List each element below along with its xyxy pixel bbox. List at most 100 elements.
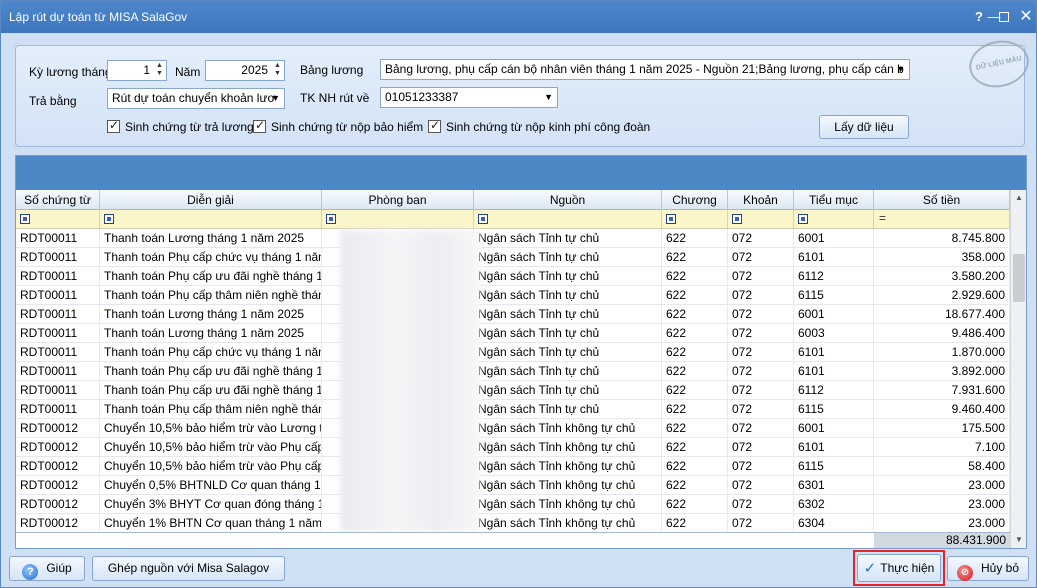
tieu-muc-cell: 6115: [794, 286, 874, 305]
khoan-cell: 072: [728, 495, 794, 514]
dien-giai-cell: Thanh toán Phụ cấp chức vụ tháng 1 năm..…: [100, 248, 322, 267]
dien-giai-cell: Chuyển 10,5% bảo hiểm trừ vào Phụ cấp...: [100, 457, 322, 476]
so-chung-tu-cell: RDT00011: [16, 267, 100, 286]
scrollbar-thumb[interactable]: [1013, 254, 1025, 302]
chevron-down-icon[interactable]: ▼: [896, 60, 905, 79]
column-header[interactable]: Chương: [662, 190, 728, 210]
table-row[interactable]: RDT00011 Thanh toán Lương tháng 1 năm 202…: [16, 229, 1010, 248]
table-row[interactable]: RDT00012 Chuyển 10,5% bảo hiểm trừ vào Ph…: [16, 438, 1010, 457]
column-header[interactable]: Số chứng từ: [16, 190, 100, 210]
filter-cell[interactable]: [322, 210, 474, 229]
tk-nh-dropdown[interactable]: 01051233387 ▼: [380, 87, 558, 108]
chevron-down-icon[interactable]: ▼: [544, 88, 553, 107]
filter-cell[interactable]: [16, 210, 100, 229]
chuong-cell: 622: [662, 419, 728, 438]
column-header[interactable]: Khoản: [728, 190, 794, 210]
chevron-down-icon[interactable]: ▼: [271, 89, 280, 108]
redacted-department-area: [340, 230, 480, 532]
help-icon[interactable]: ?: [971, 9, 987, 25]
tieu-muc-cell: 6001: [794, 229, 874, 248]
so-tien-cell: 9.486.400: [874, 324, 1010, 343]
table-row[interactable]: RDT00011 Thanh toán Phụ cấp thâm niên ngh…: [16, 286, 1010, 305]
column-header[interactable]: Nguồn: [474, 190, 662, 210]
chuong-cell: 622: [662, 343, 728, 362]
table-row[interactable]: RDT00012 Chuyển 10,5% bảo hiểm trừ vào Lư…: [16, 419, 1010, 438]
filter-cell[interactable]: [728, 210, 794, 229]
filter-cell[interactable]: [100, 210, 322, 229]
khoan-cell: 072: [728, 514, 794, 533]
lay-du-lieu-button[interactable]: Lấy dữ liệu: [819, 115, 909, 139]
chuong-cell: 622: [662, 324, 728, 343]
cancel-circle-icon: ⊘: [956, 565, 973, 581]
dien-giai-cell: Chuyển 3% BHYT Cơ quan đóng tháng 1...: [100, 495, 322, 514]
ghep-nguon-button[interactable]: Ghép nguồn với Misa Salagov: [92, 556, 285, 581]
grid-filter-row: =: [16, 210, 1010, 229]
scroll-down-icon[interactable]: ▼: [1011, 532, 1027, 548]
scroll-up-icon[interactable]: ▲: [1011, 190, 1027, 206]
table-row[interactable]: RDT00011 Thanh toán Lương tháng 1 năm 202…: [16, 324, 1010, 343]
checkbox-bao-hiem[interactable]: Sinh chứng từ nộp bảo hiểm: [253, 118, 423, 134]
filter-cell[interactable]: [662, 210, 728, 229]
filter-icon[interactable]: [104, 214, 114, 224]
checkbox-checked-icon[interactable]: [253, 118, 266, 133]
nam-value: 2025: [241, 63, 268, 77]
dien-giai-cell: Thanh toán Phụ cấp ưu đãi nghề tháng 1..…: [100, 362, 322, 381]
so-chung-tu-cell: RDT00011: [16, 362, 100, 381]
chuong-cell: 622: [662, 400, 728, 419]
window-title: Lập rút dự toán từ MISA SalaGov: [9, 10, 188, 24]
filter-cell[interactable]: =: [874, 210, 1010, 229]
table-row[interactable]: RDT00012 Chuyển 0,5% BHTNLD Cơ quan tháng…: [16, 476, 1010, 495]
spin-arrows-icon[interactable]: ▲ ▼: [155, 62, 164, 78]
vertical-scrollbar[interactable]: ▲ ▼: [1010, 190, 1026, 548]
table-row[interactable]: RDT00012 Chuyển 3% BHYT Cơ quan đóng thán…: [16, 495, 1010, 514]
so-tien-cell: 3.892.000: [874, 362, 1010, 381]
table-row[interactable]: RDT00011 Thanh toán Phụ cấp thâm niên ngh…: [16, 400, 1010, 419]
khoan-cell: 072: [728, 248, 794, 267]
so-tien-cell: 9.460.400: [874, 400, 1010, 419]
table-row[interactable]: RDT00011 Thanh toán Phụ cấp ưu đãi nghề t…: [16, 267, 1010, 286]
filter-icon[interactable]: [798, 214, 808, 224]
grid-footer: 88.431.900: [16, 532, 1010, 548]
nguon-cell: Ngân sách Tỉnh tự chủ: [474, 381, 662, 400]
bang-luong-dropdown[interactable]: Bảng lương, phụ cấp cán bộ nhân viên thá…: [380, 59, 910, 80]
bang-luong-value: Bảng lương, phụ cấp cán bộ nhân viên thá…: [385, 62, 904, 76]
huy-bo-button[interactable]: ⊘ Hủy bỏ: [947, 556, 1029, 581]
nguon-cell: Ngân sách Tỉnh tự chủ: [474, 305, 662, 324]
checkbox-kinh-phi[interactable]: Sinh chứng từ nộp kinh phí công đoàn: [428, 118, 650, 134]
column-header[interactable]: Số tiền: [874, 190, 1010, 210]
filter-icon[interactable]: [478, 214, 488, 224]
filter-cell[interactable]: [794, 210, 874, 229]
table-row[interactable]: RDT00011 Thanh toán Phụ cấp ưu đãi nghề t…: [16, 362, 1010, 381]
tra-bang-dropdown[interactable]: Rút dự toán chuyển khoản lươ ▼: [107, 88, 285, 109]
column-header[interactable]: Tiểu mục: [794, 190, 874, 210]
column-header[interactable]: Diễn giải: [100, 190, 322, 210]
filter-cell[interactable]: [474, 210, 662, 229]
table-row[interactable]: RDT00011 Thanh toán Phụ cấp ưu đãi nghề t…: [16, 381, 1010, 400]
maximize-icon[interactable]: [999, 12, 1009, 22]
nam-input[interactable]: 2025 ▲ ▼: [205, 60, 285, 81]
filter-icon[interactable]: [666, 214, 676, 224]
filter-icon[interactable]: [326, 214, 336, 224]
table-row[interactable]: RDT00011 Thanh toán Lương tháng 1 năm 202…: [16, 305, 1010, 324]
khoan-cell: 072: [728, 438, 794, 457]
ky-luong-input[interactable]: 1 ▲ ▼: [107, 60, 167, 81]
column-header[interactable]: Phòng ban: [322, 190, 474, 210]
table-row[interactable]: RDT00011 Thanh toán Phụ cấp chức vụ tháng…: [16, 248, 1010, 267]
table-row[interactable]: RDT00012 Chuyển 1% BHTN Cơ quan tháng 1 n…: [16, 514, 1010, 533]
tieu-muc-cell: 6001: [794, 305, 874, 324]
so-chung-tu-cell: RDT00012: [16, 514, 100, 533]
close-icon[interactable]: ✕: [1018, 9, 1034, 25]
spin-arrows-icon[interactable]: ▲ ▼: [273, 62, 282, 78]
tieu-muc-cell: 6101: [794, 343, 874, 362]
help-button[interactable]: ? Giúp: [9, 556, 85, 581]
checkbox-checked-icon[interactable]: [107, 118, 120, 133]
tk-nh-value: 01051233387: [385, 90, 459, 104]
filter-icon[interactable]: [732, 214, 742, 224]
checkbox-tra-luong[interactable]: Sinh chứng từ trả lương: [107, 118, 254, 134]
table-row[interactable]: RDT00012 Chuyển 10,5% bảo hiểm trừ vào Ph…: [16, 457, 1010, 476]
so-tien-cell: 23.000: [874, 476, 1010, 495]
table-row[interactable]: RDT00011 Thanh toán Phụ cấp chức vụ tháng…: [16, 343, 1010, 362]
filter-icon[interactable]: [20, 214, 30, 224]
equals-filter-icon[interactable]: =: [879, 211, 886, 225]
checkbox-checked-icon[interactable]: [428, 118, 441, 133]
